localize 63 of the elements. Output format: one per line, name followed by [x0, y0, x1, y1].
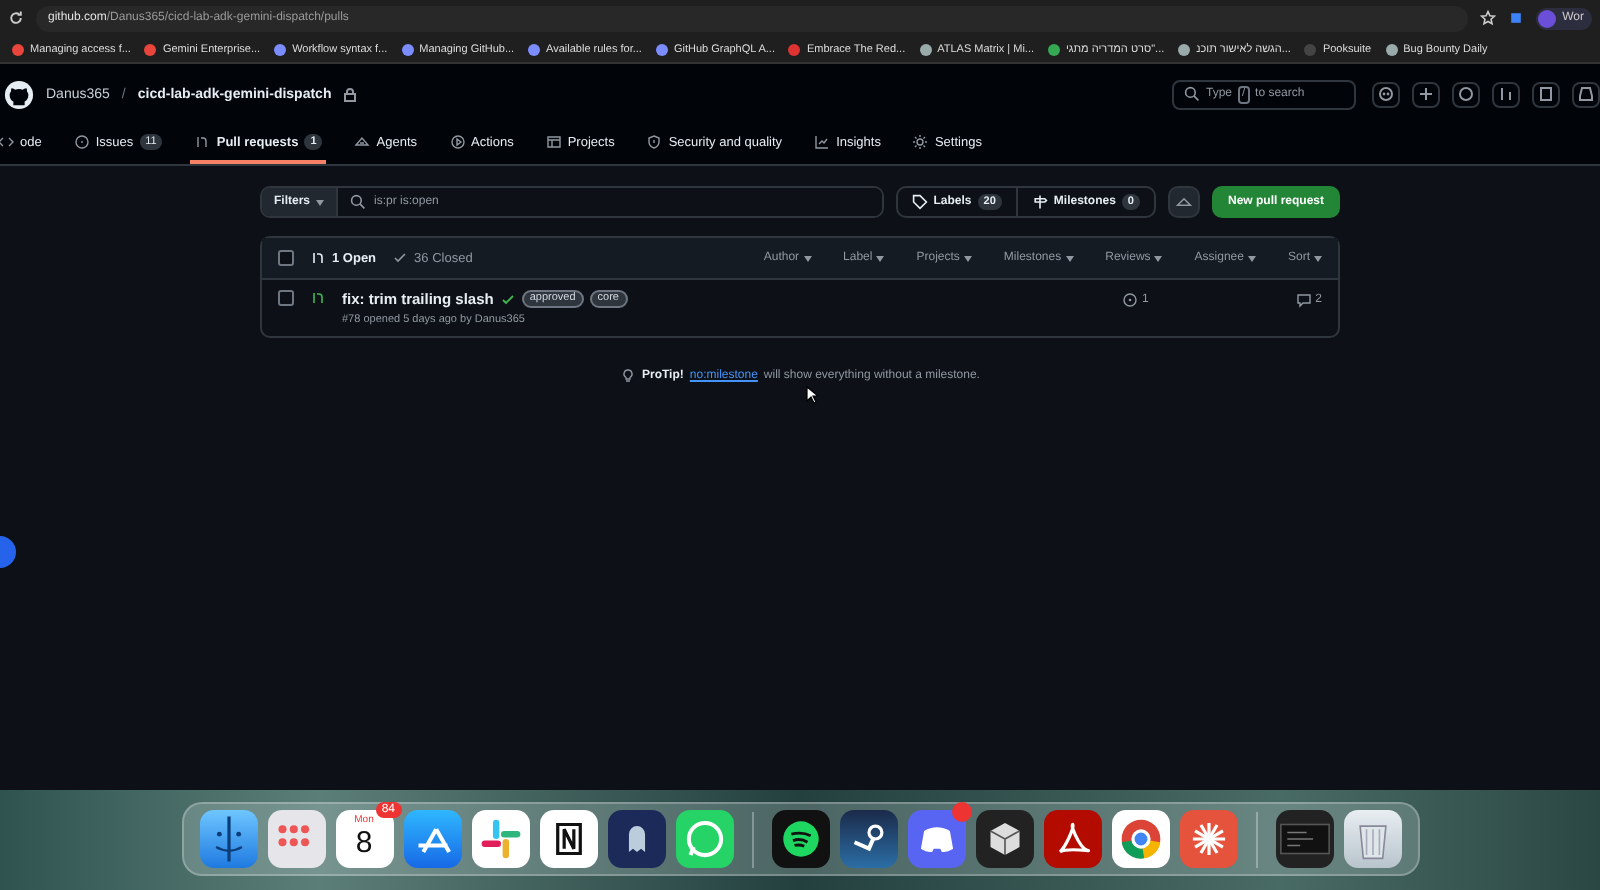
app-grid-icon[interactable] — [267, 810, 325, 868]
pdf-icon[interactable] — [1043, 810, 1101, 868]
octocat-logo-icon[interactable] — [4, 79, 34, 109]
inbox-icon — [1578, 86, 1594, 102]
sound-waves-icon[interactable] — [771, 810, 829, 868]
pr-icon — [194, 134, 211, 150]
settings-icon — [912, 134, 929, 150]
pull-request-icon — [1498, 86, 1514, 102]
caret-icon — [876, 255, 885, 261]
code-icon — [0, 134, 14, 150]
lightbulb-icon — [620, 368, 636, 384]
play-icon — [449, 134, 466, 150]
repositories-button[interactable] — [1532, 81, 1560, 107]
book-icon — [1538, 86, 1554, 102]
starburst-icon[interactable] — [1179, 810, 1237, 868]
comment-icon — [1295, 292, 1312, 308]
issue-icon — [73, 134, 90, 150]
steam-valve-icon[interactable] — [839, 810, 897, 868]
issues-button[interactable] — [1452, 81, 1480, 107]
game-controller-icon[interactable] — [907, 810, 965, 868]
caret-icon — [1065, 255, 1074, 261]
cube-icon[interactable] — [975, 810, 1033, 868]
copilot-button[interactable] — [1372, 81, 1400, 107]
terminal-window-icon[interactable] — [1275, 810, 1333, 868]
circle-icon — [1458, 86, 1474, 102]
select-all-checkbox[interactable] — [278, 250, 294, 266]
app-store-icon[interactable] — [403, 810, 461, 868]
check-icon — [392, 250, 409, 266]
tag-icon — [911, 194, 928, 210]
table-icon — [545, 134, 562, 150]
star-icon[interactable] — [1480, 10, 1497, 26]
create-new-button[interactable] — [1412, 81, 1440, 107]
mouse-pointer-icon — [806, 386, 818, 404]
robot-face-icon — [1378, 86, 1394, 102]
hash-logo-icon[interactable] — [471, 810, 529, 868]
chat-bubble-icon[interactable] — [675, 810, 733, 868]
pull-request-icon — [310, 250, 326, 266]
inbox-button[interactable] — [1572, 81, 1600, 107]
caret-icon — [1247, 255, 1256, 261]
ghost-game-icon[interactable] — [607, 810, 665, 868]
caret-icon — [803, 255, 812, 261]
copilot-button[interactable] — [1167, 186, 1200, 218]
reload-icon[interactable] — [8, 10, 24, 26]
lock-icon — [343, 87, 356, 101]
graph-icon — [814, 134, 831, 150]
trash-icon[interactable] — [1343, 810, 1401, 868]
caret-icon — [963, 255, 972, 261]
finder-face-icon[interactable] — [199, 810, 257, 868]
extension-icon[interactable] — [1508, 10, 1525, 26]
pull-request-icon — [310, 290, 326, 306]
milestone-icon — [1031, 194, 1048, 210]
browser-wheel-icon[interactable] — [1111, 810, 1169, 868]
caret-icon — [1314, 255, 1322, 261]
plus-icon — [1418, 86, 1434, 102]
pull-requests-button[interactable] — [1492, 81, 1520, 107]
row-checkbox[interactable] — [278, 290, 294, 306]
search-icon — [1184, 86, 1200, 102]
shield-icon — [646, 134, 663, 150]
issue-icon — [1122, 292, 1138, 308]
agent-icon — [1175, 194, 1192, 210]
agent-icon — [354, 134, 371, 150]
caret-icon — [1154, 255, 1163, 261]
letter-n-icon[interactable] — [539, 810, 597, 868]
